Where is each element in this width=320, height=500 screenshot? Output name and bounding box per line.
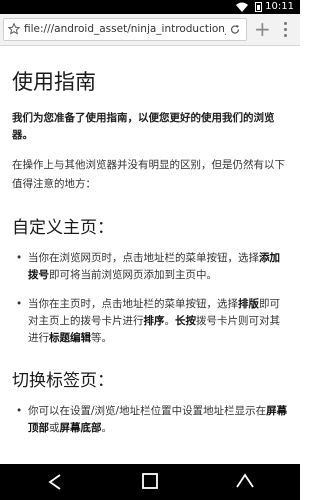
text-segment: 即可将当前浏览网页添加到主页中。 [49,269,217,281]
text-segment: 。 [164,315,176,327]
bold-keyword: 排版 [238,298,259,310]
wifi-icon [236,2,248,12]
bold-keyword: 长按 [175,315,196,327]
bold-keyword: 标题编辑 [49,332,91,344]
status-bar: 10:11 [0,0,300,14]
list-item: 你可以在设置/浏览/地址栏位置中设置地址栏显示在屏幕顶部或屏幕底部。 [12,403,288,437]
list-item: 当你在浏览网页时，点击地址栏的菜单按钮，选择添加拨号即可将当前浏览网页添加到主页… [12,250,288,284]
text-segment: 或 [49,422,60,434]
browser-toolbar: file:///android_asset/ninja_introduction… [0,14,300,46]
status-time: 10:11 [265,1,294,12]
new-tab-button[interactable]: + [254,18,271,40]
list-item: 当你在主页时，点击地址栏的菜单按钮，选择排版即可对主页上的拨号卡片进行排序。长按… [12,296,288,347]
text-segment: 。 [101,422,113,434]
star-outline-icon[interactable] [7,21,21,37]
address-bar[interactable]: file:///android_asset/ninja_introduction… [3,18,247,41]
tabs-list: 你可以在设置/浏览/地址栏位置中设置地址栏显示在屏幕顶部或屏幕底部。 [12,403,288,437]
homepage-list: 当你在浏览网页时，点击地址栏的菜单按钮，选择添加拨号即可将当前浏览网页添加到主页… [12,250,288,347]
back-triangle-icon[interactable] [35,470,75,494]
battery-icon [255,2,262,12]
bold-keyword: 排序 [143,315,165,327]
reload-icon[interactable] [228,22,242,37]
page-title: 使用指南 [12,70,96,94]
text-segment: 当你在浏览网页时，点击地址栏的菜单按钮，选择 [28,252,259,264]
intro-text: 在操作上与其他浏览器并没有明显的区别，但是仍然有以下值得注意的地方： [12,159,285,190]
section-heading-homepage: 自定义主页： [12,218,114,238]
page-content: 使用指南 我们为您准备了使用指南，以便您更好的使用我们的浏览器。 在操作上与其他… [12,46,288,464]
overflow-menu-icon[interactable] [278,20,292,40]
text-segment: 当你在主页时，点击地址栏的菜单按钮，选择 [28,298,238,310]
navigation-bar [0,464,300,500]
section-heading-tabs: 切换标签页： [12,371,114,391]
home-square-icon[interactable] [130,470,170,494]
bold-keyword: 屏幕底部 [59,422,102,434]
text-segment: 等。 [91,332,112,344]
url-text[interactable]: file:///android_asset/ninja_introduction… [24,19,226,40]
intro-bold-text: 我们为您准备了使用指南，以便您更好的使用我们的浏览器。 [12,112,275,141]
recents-icon[interactable] [225,470,265,494]
text-segment: 你可以在设置/浏览/地址栏位置中设置地址栏显示在 [28,405,267,417]
